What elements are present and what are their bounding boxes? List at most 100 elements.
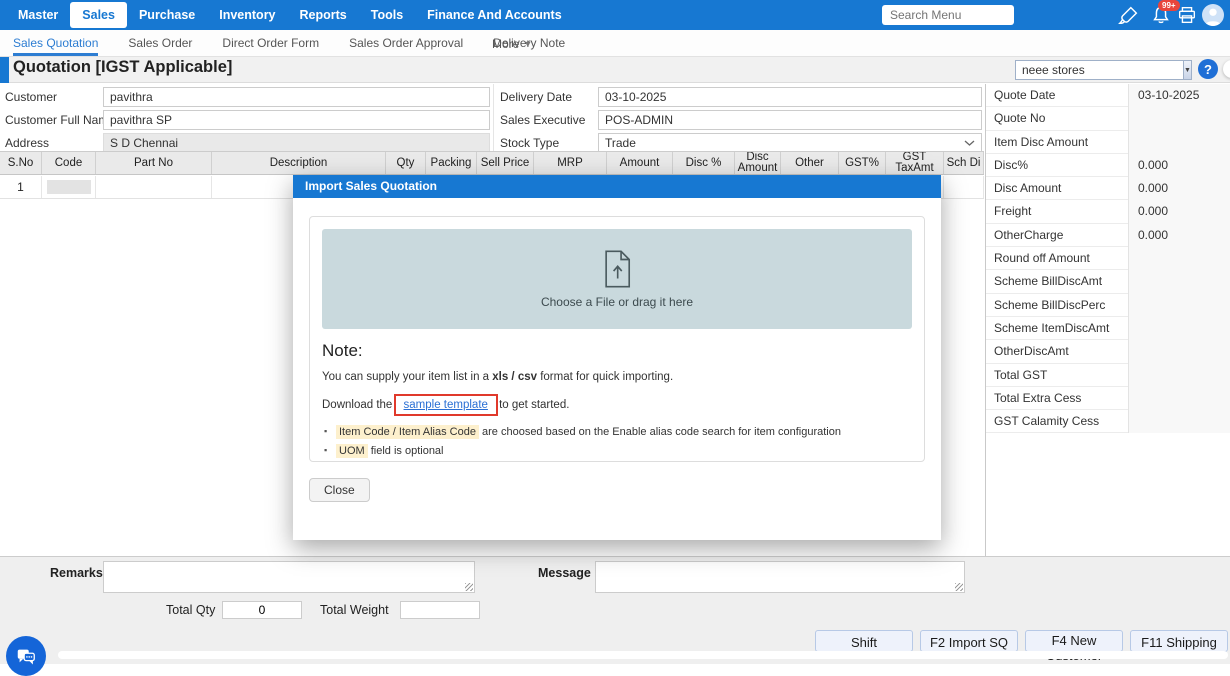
store-selector-dropdown-button[interactable]: ▼ bbox=[1183, 60, 1192, 80]
code-input[interactable] bbox=[47, 180, 91, 194]
function-key-button[interactable]: F4 New Customer bbox=[1025, 630, 1123, 652]
summary-value-field[interactable] bbox=[1128, 410, 1230, 433]
summary-row: Quote No bbox=[986, 107, 1230, 130]
stock-type-select[interactable]: Trade bbox=[598, 133, 982, 153]
printer-icon[interactable] bbox=[1176, 4, 1198, 26]
cell-sno: 1 bbox=[0, 176, 42, 198]
store-selector-input[interactable] bbox=[1015, 60, 1183, 80]
top-nav-item[interactable]: Finance And Accounts bbox=[415, 2, 574, 28]
address-label: Address bbox=[5, 133, 49, 153]
sales-executive-input[interactable] bbox=[598, 110, 982, 130]
remarks-label: Remarks bbox=[50, 566, 103, 580]
total-weight-input[interactable] bbox=[400, 601, 480, 619]
sub-nav-item[interactable]: Direct Order Form bbox=[222, 30, 319, 56]
summary-row: Disc Amount 0.000 bbox=[986, 177, 1230, 200]
summary-value-field[interactable] bbox=[1128, 131, 1230, 154]
items-table-header: S.No Code Part No Description Qty Packin… bbox=[0, 151, 984, 175]
file-upload-icon bbox=[600, 250, 634, 288]
top-nav-item-label: Sales bbox=[82, 8, 115, 22]
items-table-column-header[interactable]: Packing bbox=[426, 152, 477, 174]
summary-label: OtherDiscAmt bbox=[986, 340, 1128, 363]
summary-value-field[interactable] bbox=[1128, 107, 1230, 130]
function-key-button[interactable]: Shift bbox=[815, 630, 913, 652]
items-table-column-header[interactable]: Disc % bbox=[673, 152, 735, 174]
function-key-button[interactable]: F11 Shipping bbox=[1130, 630, 1228, 652]
summary-row: Disc% 0.000 bbox=[986, 154, 1230, 177]
chat-fab[interactable] bbox=[6, 636, 46, 676]
user-avatar[interactable] bbox=[1202, 4, 1224, 26]
cell-schdisc[interactable] bbox=[944, 176, 984, 198]
top-nav-item[interactable]: Purchase bbox=[127, 2, 207, 28]
top-nav-item-label: Master bbox=[18, 8, 58, 22]
delivery-date-input[interactable] bbox=[598, 87, 982, 107]
summary-value-field[interactable]: 03-10-2025 bbox=[1128, 84, 1230, 107]
bullet-item-code: Item Code / Item Alias Code are choosed … bbox=[322, 426, 912, 438]
summary-label: Disc Amount bbox=[986, 177, 1128, 200]
customer-full-name-input[interactable] bbox=[103, 110, 490, 130]
summary-label: GST Calamity Cess bbox=[986, 410, 1128, 433]
total-weight-label: Total Weight bbox=[320, 603, 389, 617]
summary-row: Total GST bbox=[986, 364, 1230, 387]
search-input[interactable] bbox=[882, 5, 1014, 25]
paint-brush-icon[interactable] bbox=[1118, 4, 1140, 26]
top-nav-item[interactable]: Sales bbox=[70, 2, 127, 28]
top-nav-item-label: Inventory bbox=[219, 8, 275, 22]
items-table-column-header[interactable]: GST TaxAmt bbox=[886, 152, 944, 174]
top-nav-item[interactable]: Master bbox=[6, 2, 70, 28]
summary-value-field[interactable]: 0.000 bbox=[1128, 177, 1230, 200]
items-table-column-header[interactable]: MRP bbox=[534, 152, 607, 174]
remarks-textarea[interactable] bbox=[103, 561, 475, 593]
summary-row: Quote Date 03-10-2025 bbox=[986, 84, 1230, 107]
summary-value-field[interactable] bbox=[1128, 317, 1230, 340]
items-table-column-header[interactable]: Other bbox=[781, 152, 839, 174]
summary-value-field[interactable] bbox=[1128, 247, 1230, 270]
top-nav-item[interactable]: Tools bbox=[359, 2, 415, 28]
summary-label: Quote Date bbox=[986, 84, 1128, 107]
file-dropzone[interactable]: Choose a File or drag it here bbox=[322, 229, 912, 329]
summary-row: OtherDiscAmt bbox=[986, 340, 1230, 363]
close-button[interactable]: Close bbox=[309, 478, 370, 502]
summary-value-field[interactable]: 0.000 bbox=[1128, 154, 1230, 177]
sub-nav-more[interactable]: More ▼ bbox=[492, 30, 532, 57]
items-table-column-header[interactable]: Qty bbox=[386, 152, 426, 174]
note-line-1: You can supply your item list in a xls /… bbox=[322, 371, 912, 383]
summary-value-field[interactable] bbox=[1128, 387, 1230, 410]
summary-value-field[interactable]: 0.000 bbox=[1128, 224, 1230, 247]
summary-value-field[interactable] bbox=[1128, 340, 1230, 363]
cell-code[interactable] bbox=[42, 176, 96, 198]
items-table-column-header[interactable]: Code bbox=[42, 152, 96, 174]
summary-label: Scheme BillDiscAmt bbox=[986, 270, 1128, 293]
stock-type-label: Stock Type bbox=[500, 133, 559, 153]
cell-partno[interactable] bbox=[96, 176, 212, 198]
chevron-down-icon: ▼ bbox=[523, 39, 532, 49]
message-textarea[interactable] bbox=[595, 561, 965, 593]
items-table-column-header[interactable]: Amount bbox=[607, 152, 673, 174]
address-input[interactable] bbox=[103, 133, 490, 153]
sub-nav-item[interactable]: Sales Quotation bbox=[13, 30, 98, 56]
total-qty-input[interactable] bbox=[222, 601, 302, 619]
items-table-column-header[interactable]: Part No bbox=[96, 152, 212, 174]
summary-value-field[interactable] bbox=[1128, 294, 1230, 317]
summary-value-field[interactable] bbox=[1128, 270, 1230, 293]
summary-label: OtherCharge bbox=[986, 224, 1128, 247]
customer-input[interactable] bbox=[103, 87, 490, 107]
function-key-button[interactable]: F2 Import SQ bbox=[920, 630, 1018, 652]
items-table-column-header[interactable]: Description bbox=[212, 152, 386, 174]
sub-nav-item[interactable]: Sales Order Approval bbox=[349, 30, 463, 56]
summary-label: Round off Amount bbox=[986, 247, 1128, 270]
items-table-column-header[interactable]: Sch Di bbox=[944, 152, 984, 174]
top-nav-item[interactable]: Inventory bbox=[207, 2, 287, 28]
items-table-column-header[interactable]: Disc Amount bbox=[735, 152, 781, 174]
items-table-column-header[interactable]: Sell Price bbox=[477, 152, 534, 174]
summary-value-field[interactable] bbox=[1128, 364, 1230, 387]
sample-template-link[interactable]: sample template bbox=[404, 399, 488, 411]
sub-nav-item-label: Sales Order bbox=[128, 36, 192, 50]
top-nav-item[interactable]: Reports bbox=[288, 2, 359, 28]
horizontal-scrollbar[interactable] bbox=[58, 651, 1228, 659]
items-table-column-header[interactable]: S.No bbox=[0, 152, 42, 174]
items-table-column-header[interactable]: GST% bbox=[839, 152, 886, 174]
sub-nav-item[interactable]: Sales Order bbox=[128, 30, 192, 56]
summary-value-field[interactable]: 0.000 bbox=[1128, 200, 1230, 223]
help-icon[interactable]: ? bbox=[1198, 59, 1218, 79]
summary-row: Round off Amount bbox=[986, 247, 1230, 270]
